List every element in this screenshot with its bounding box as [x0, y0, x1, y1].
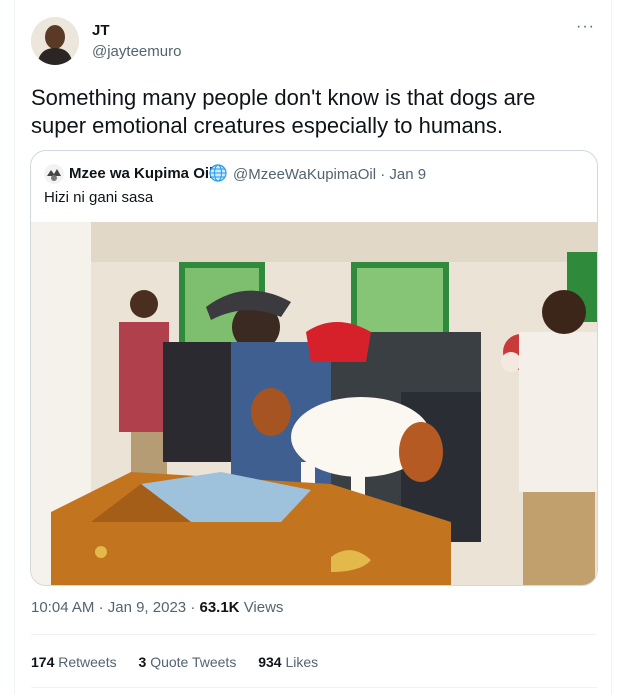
likes-count: 934 — [258, 654, 282, 670]
quoted-text: Hizi ni gani sasa — [44, 189, 154, 206]
quoted-photo[interactable] — [31, 222, 597, 585]
meta-separator: · — [380, 166, 386, 183]
tweet-timestamp: 10:04 AM · Jan 9, 2023 · 63.1K Views — [31, 599, 283, 616]
quoted-tweet[interactable]: Mzee wa Kupima Oil @MzeeWaKupimaOil · Ja… — [30, 150, 598, 586]
quoted-author-name[interactable]: Mzee wa Kupima Oil — [69, 165, 213, 182]
author-avatar[interactable] — [31, 17, 79, 65]
globe-icon — [209, 164, 227, 182]
retweets-label: Retweets — [58, 654, 117, 670]
likes-label: Likes — [285, 654, 319, 670]
divider — [31, 634, 597, 635]
retweets-stat[interactable]: 174 Retweets — [31, 654, 117, 670]
likes-stat[interactable]: 934 Likes — [258, 654, 318, 670]
quoted-author-handle[interactable]: @MzeeWaKupimaOil — [233, 166, 376, 183]
quote-tweets-label: Quote Tweets — [150, 654, 237, 670]
tweet-text: Something many people don't know is that… — [31, 85, 536, 138]
more-horizontal-icon[interactable]: ··· — [576, 18, 595, 36]
engagement-stats: 174 Retweets 3 Quote Tweets 934 Likes — [31, 654, 336, 670]
quote-tweets-count: 3 — [138, 654, 147, 670]
author-handle[interactable]: @jayteemuro — [92, 43, 181, 60]
quoted-date[interactable]: Jan 9 — [389, 166, 426, 183]
views-separator: · — [190, 599, 196, 616]
retweets-count: 174 — [31, 654, 55, 670]
author-name[interactable]: JT — [92, 22, 110, 39]
time-separator: · — [98, 599, 104, 616]
tweet-date[interactable]: Jan 9, 2023 — [108, 599, 186, 616]
quoted-avatar[interactable] — [44, 164, 64, 184]
quote-tweets-stat[interactable]: 3 Quote Tweets — [139, 654, 237, 670]
quoted-meta: @MzeeWaKupimaOil · Jan 9 — [233, 166, 426, 183]
divider — [31, 687, 597, 688]
tweet-time[interactable]: 10:04 AM — [31, 599, 94, 616]
views-label: Views — [243, 599, 284, 616]
views-count: 63.1K — [199, 599, 240, 616]
